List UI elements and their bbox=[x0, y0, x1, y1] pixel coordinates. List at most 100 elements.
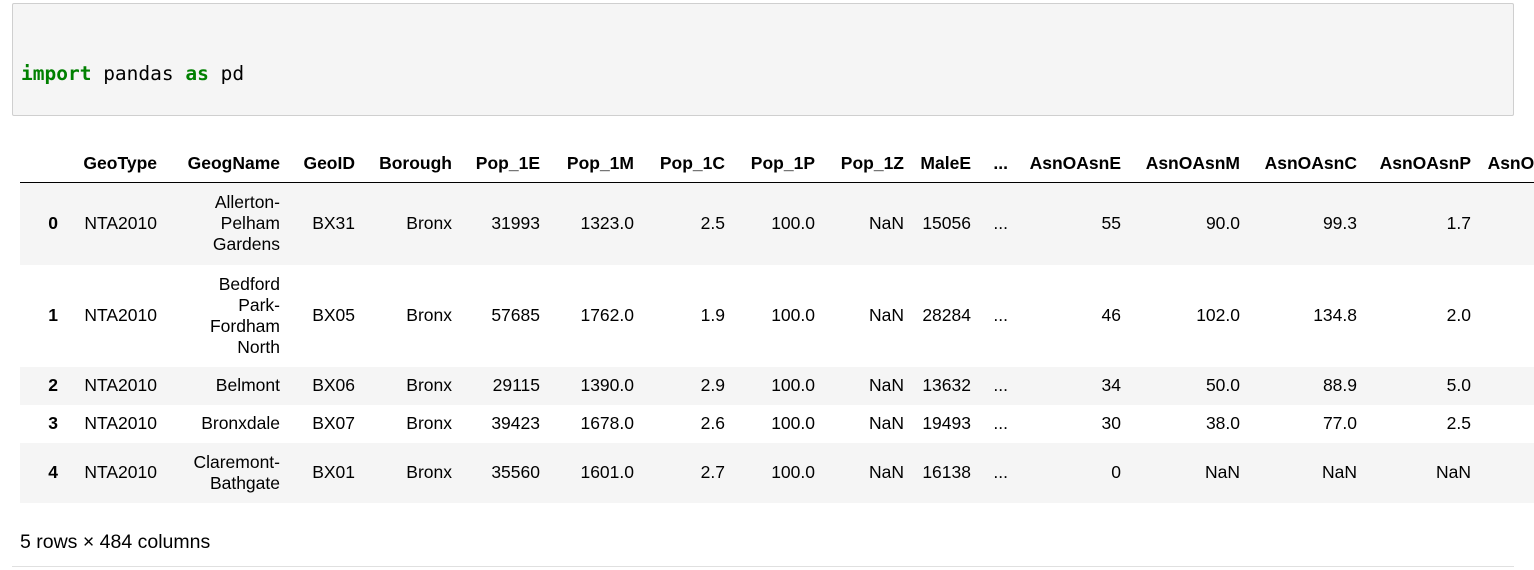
table-cell: 2.5 bbox=[1446, 413, 1471, 433]
table-row: 3 NTA2010 Bronxdale BX07 Bronx 39423 1678.0 2.6… bbox=[20, 404, 1534, 443]
table-cell: 55 bbox=[1101, 213, 1121, 234]
table-cell: Bronx bbox=[406, 305, 452, 325]
table-cell: 100.0 bbox=[771, 413, 815, 433]
column-header: Pop_1M bbox=[543, 144, 637, 183]
cell-geogname: Belmont bbox=[160, 367, 283, 405]
output-area: GeoType GeogName GeoID Borough Pop_1E Pop_1M P… bbox=[20, 144, 1534, 503]
table-row: 1 NTA2010 Bedford Park- Fordham North BX05 Bron… bbox=[20, 264, 1534, 367]
table-cell: 1762.0 bbox=[580, 305, 634, 325]
table-cell: NaN bbox=[1321, 462, 1357, 482]
table-cell: NaN bbox=[868, 213, 904, 234]
table-cell: 2.7 bbox=[700, 462, 725, 482]
geogname-text: Bedford Park- Fordham North bbox=[209, 273, 280, 357]
table-cell: Bronx bbox=[406, 213, 452, 234]
table-cell: NTA2010 bbox=[84, 413, 157, 433]
column-header: AsnOAsnP bbox=[1360, 144, 1474, 183]
table-cell: NaN bbox=[1204, 462, 1240, 482]
column-header: Pop_1E bbox=[455, 144, 543, 183]
code-line-1: import pandas as pd bbox=[21, 62, 1513, 86]
cell-geogname: Claremont- Bathgate bbox=[160, 443, 283, 503]
table-row: 4 NTA2010 Claremont- Bathgate BX01 Bronx 35560… bbox=[20, 442, 1534, 503]
row-index: 2 bbox=[48, 375, 58, 395]
table-cell: 100.0 bbox=[771, 375, 815, 395]
table-cell: 2.6 bbox=[700, 413, 725, 433]
table-cell: 46 bbox=[1101, 305, 1121, 325]
table-cell: 100.0 bbox=[771, 213, 815, 234]
geogname-text: Belmont bbox=[215, 375, 280, 395]
code-keyword-as: as bbox=[185, 62, 209, 85]
column-header: AsnOAsnM bbox=[1124, 144, 1243, 183]
table-cell: 4.4 bbox=[1474, 265, 1534, 367]
code-text: pd bbox=[208, 62, 245, 85]
table-cell: 28284 bbox=[922, 305, 971, 325]
table-cell: 34 bbox=[1101, 375, 1121, 395]
table-cell: 31993 bbox=[491, 213, 540, 234]
cell-geogname: Allerton- Pelham Gardens bbox=[160, 183, 283, 265]
column-header: AsnOAsnE bbox=[1011, 144, 1124, 183]
notebook-page: import pandas as pd df = pd.read_excel('… bbox=[0, 0, 1534, 570]
table-cell: 3.0 bbox=[1474, 405, 1534, 443]
row-index: 0 bbox=[48, 213, 58, 234]
row-index: 4 bbox=[48, 462, 58, 482]
column-header: MaleE bbox=[907, 144, 974, 183]
table-cell: BX01 bbox=[312, 462, 355, 482]
table-cell: 2.8 bbox=[1474, 183, 1534, 265]
table-cell: NTA2010 bbox=[84, 305, 157, 325]
header-row: GeoType GeogName GeoID Borough Pop_1E Pop_1M P… bbox=[20, 144, 1534, 183]
column-header: Pop_1Z bbox=[818, 144, 907, 183]
ellipsis-cell: ... bbox=[993, 375, 1008, 395]
table-cell: BX05 bbox=[312, 305, 355, 325]
table-cell: 100.0 bbox=[771, 462, 815, 482]
table-cell: BX31 bbox=[312, 213, 355, 234]
code-keyword-import: import bbox=[21, 62, 92, 85]
table-cell: 1390.0 bbox=[580, 375, 634, 395]
column-header: AsnOAsnC bbox=[1243, 144, 1360, 183]
column-header: ... bbox=[974, 144, 1011, 183]
code-text: pandas bbox=[91, 62, 186, 85]
table-cell: NTA2010 bbox=[84, 213, 157, 234]
cell-divider bbox=[12, 566, 1514, 567]
row-index: 3 bbox=[48, 413, 58, 433]
table-cell: 5.0 bbox=[1446, 375, 1471, 395]
dataframe-summary: 5 rows × 484 columns bbox=[20, 531, 211, 553]
table-cell: 16138 bbox=[922, 462, 971, 482]
table-cell: NaN bbox=[868, 462, 904, 482]
table-row: 2 NTA2010 Belmont BX06 Bronx 29115 1390.0 2.9 10… bbox=[20, 366, 1534, 405]
table-cell: NTA2010 bbox=[84, 375, 157, 395]
table-cell: 39423 bbox=[491, 413, 540, 433]
table-cell: 1.7 bbox=[1446, 213, 1471, 234]
table-cell: 35560 bbox=[491, 462, 540, 482]
ellipsis-cell: ... bbox=[993, 413, 1008, 433]
table-cell: BX07 bbox=[312, 413, 355, 433]
table-cell: 50.0 bbox=[1205, 375, 1240, 395]
table-cell: Bronx bbox=[406, 413, 452, 433]
table-cell: 30 bbox=[1101, 413, 1121, 433]
index-header bbox=[20, 144, 61, 183]
column-header: AsnOAsnZ bbox=[1474, 144, 1534, 183]
table-cell: NaN bbox=[868, 305, 904, 325]
table-cell: 29115 bbox=[492, 375, 540, 395]
table-cell: 13632 bbox=[922, 375, 971, 395]
table-cell: 102.0 bbox=[1196, 305, 1240, 325]
code-cell[interactable]: import pandas as pd df = pd.read_excel('… bbox=[12, 3, 1514, 301]
table-cell: 1323.0 bbox=[580, 213, 634, 234]
table-cell: 2.9 bbox=[700, 375, 725, 395]
table-cell: Bronx bbox=[406, 375, 452, 395]
ellipsis-cell: ... bbox=[993, 305, 1008, 325]
table-cell: NaN bbox=[1435, 462, 1471, 482]
table-cell: NaN bbox=[1474, 443, 1534, 503]
table-cell: NaN bbox=[868, 413, 904, 433]
table-cell: 0 bbox=[1111, 462, 1121, 482]
geogname-text: Bronxdale bbox=[201, 413, 280, 433]
table-cell: 88.9 bbox=[1322, 375, 1357, 395]
cell-geogname: Bedford Park- Fordham North bbox=[160, 265, 283, 367]
table-cell: 2.0 bbox=[1446, 305, 1471, 325]
ellipsis-cell: ... bbox=[993, 213, 1008, 234]
geogname-text: Allerton- Pelham Gardens bbox=[212, 192, 280, 255]
row-index: 1 bbox=[48, 305, 58, 325]
table-cell: Bronx bbox=[406, 462, 452, 482]
column-header: Pop_1C bbox=[637, 144, 728, 183]
table-cell: 99.3 bbox=[1322, 213, 1357, 234]
table-cell: NTA2010 bbox=[84, 462, 157, 482]
table-cell: 19493 bbox=[922, 413, 971, 433]
